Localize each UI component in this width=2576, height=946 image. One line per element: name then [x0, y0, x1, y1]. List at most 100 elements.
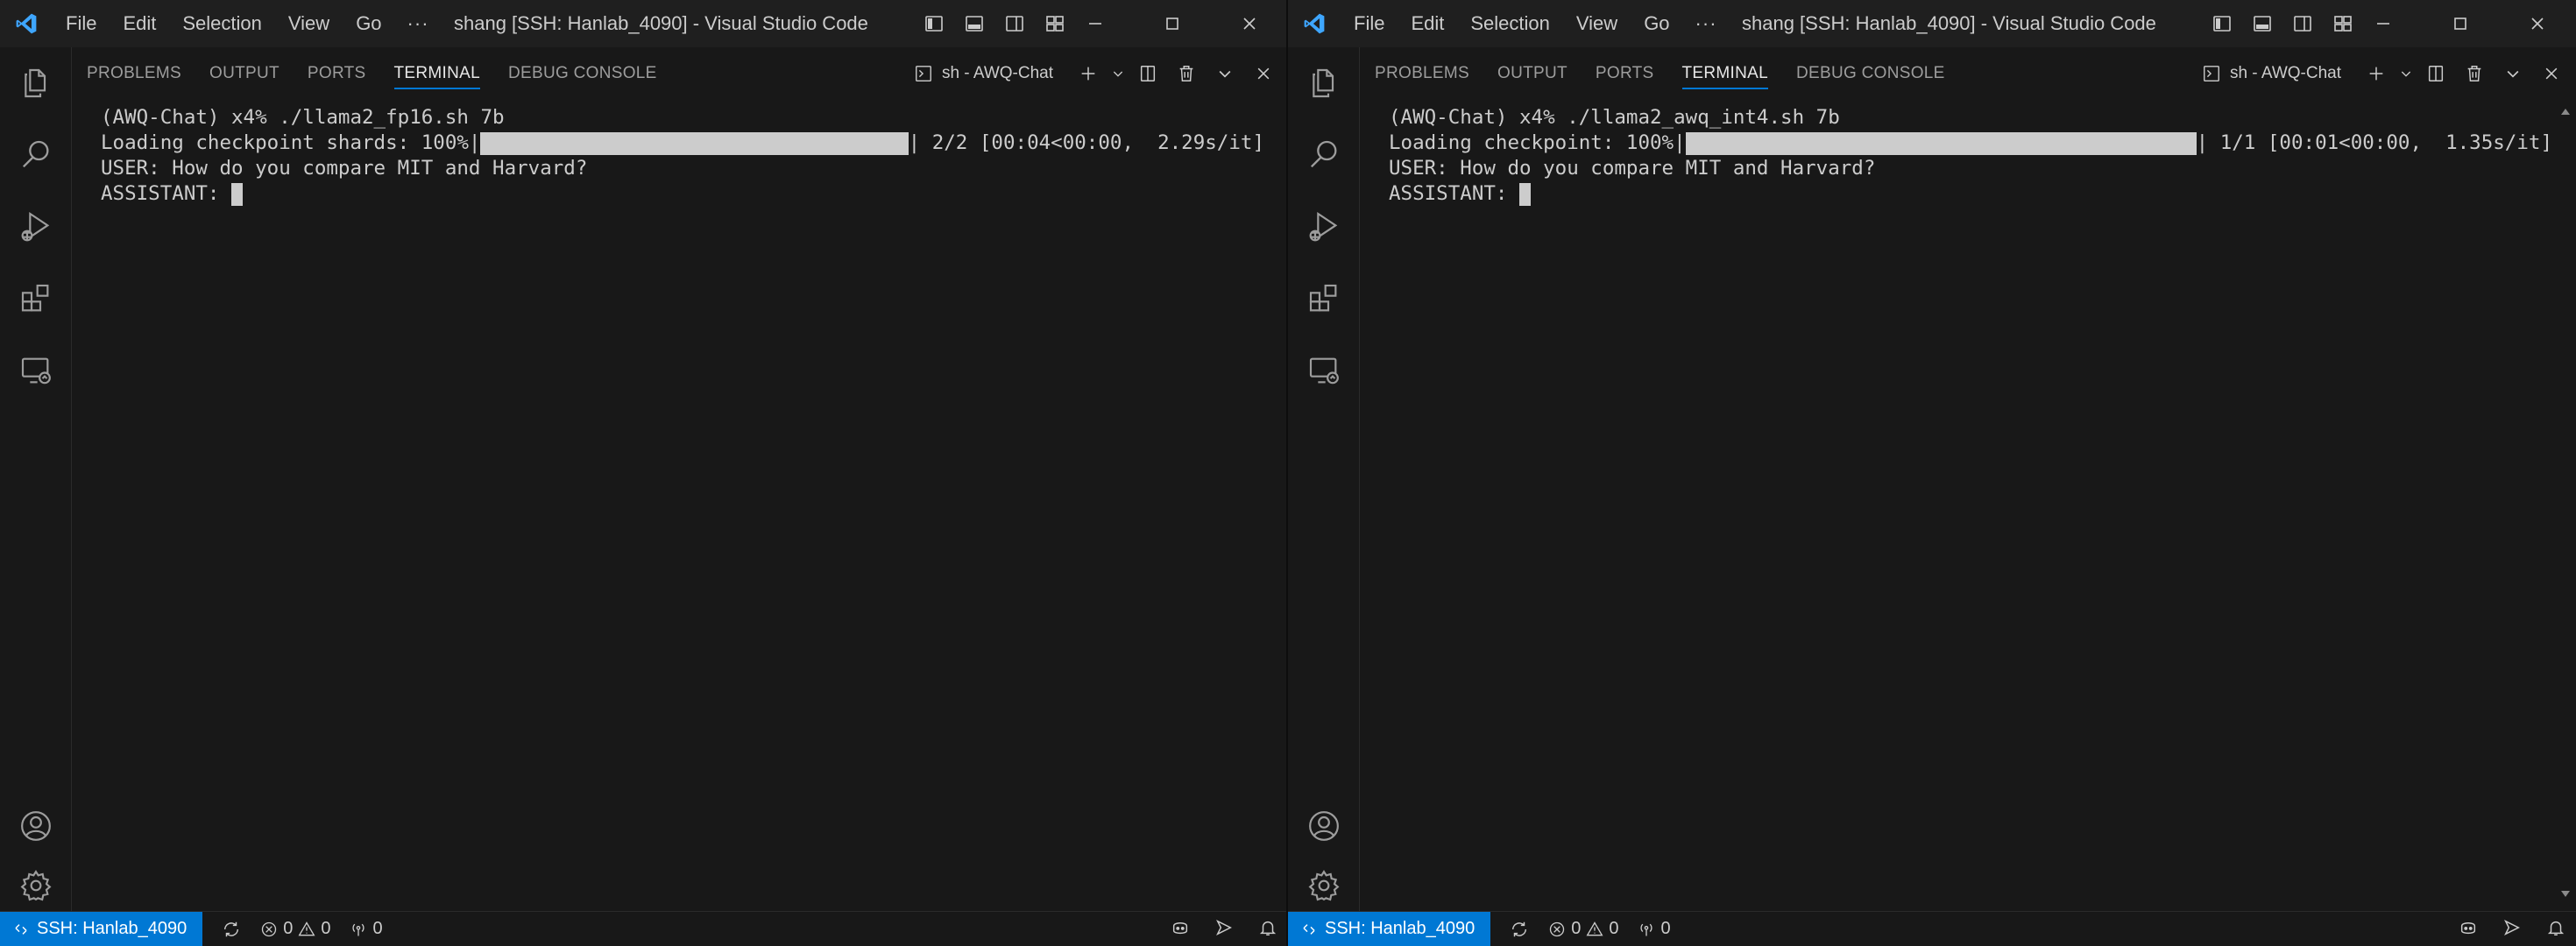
- toggle-primary-sidebar-icon[interactable]: [2210, 11, 2234, 36]
- ports-status[interactable]: 0: [1638, 919, 1671, 939]
- broadcast-icon: [352, 923, 364, 935]
- maximize-icon[interactable]: [2422, 0, 2499, 47]
- tab-debug-console[interactable]: DEBUG CONSOLE: [1782, 47, 1959, 100]
- close-window-icon[interactable]: [2499, 0, 2576, 47]
- vscode-logo-icon: [0, 0, 53, 47]
- remote-label: SSH: Hanlab_4090: [1325, 919, 1476, 938]
- copilot-icon[interactable]: [2459, 918, 2478, 942]
- ports-count: 0: [1660, 919, 1671, 938]
- minimize-icon[interactable]: [2345, 0, 2422, 47]
- menu-view[interactable]: View: [275, 0, 343, 47]
- split-terminal-icon[interactable]: [1129, 54, 1167, 93]
- extensions-icon[interactable]: [0, 263, 72, 335]
- tab-output[interactable]: OUTPUT: [195, 47, 294, 100]
- menu-go[interactable]: Go: [343, 0, 394, 47]
- menu-edit[interactable]: Edit: [110, 0, 169, 47]
- run-debug-icon[interactable]: [0, 191, 72, 263]
- search-icon[interactable]: [1288, 119, 1360, 191]
- problems-status[interactable]: 0 0: [1548, 919, 1618, 939]
- close-panel-icon[interactable]: [2532, 54, 2571, 93]
- menu-more[interactable]: ···: [395, 0, 442, 47]
- sync-icon[interactable]: [222, 920, 241, 939]
- feedback-icon[interactable]: [1214, 918, 1234, 942]
- menu-view[interactable]: View: [1563, 0, 1631, 47]
- menu-file[interactable]: File: [53, 0, 110, 47]
- tab-ports[interactable]: PORTS: [1582, 47, 1668, 100]
- terminal-assistant-line: ASSISTANT:: [101, 181, 1264, 207]
- run-debug-icon[interactable]: [1288, 191, 1360, 263]
- close-window-icon[interactable]: [1211, 0, 1288, 47]
- menu-file[interactable]: File: [1341, 0, 1398, 47]
- problems-status[interactable]: 0 0: [260, 919, 330, 939]
- scroll-up-arrow-icon[interactable]: [2560, 107, 2571, 116]
- toggle-primary-sidebar-icon[interactable]: [922, 11, 946, 36]
- error-icon: [1550, 921, 1565, 936]
- terminal-output[interactable]: (AWQ-Chat) x4% ./llama2_fp16.sh 7b Loadi…: [73, 105, 1264, 893]
- notifications-bell-icon[interactable]: [1258, 918, 1277, 942]
- terminal-command-line: (AWQ-Chat) x4% ./llama2_fp16.sh 7b: [101, 106, 505, 129]
- explorer-icon[interactable]: [0, 47, 72, 119]
- split-terminal-icon[interactable]: [2417, 54, 2455, 93]
- tab-ports[interactable]: PORTS: [294, 47, 380, 100]
- kill-terminal-icon[interactable]: [1167, 54, 1206, 93]
- new-terminal-icon[interactable]: [2357, 54, 2396, 93]
- tab-problems[interactable]: PROBLEMS: [1361, 47, 1483, 100]
- toggle-panel-icon[interactable]: [962, 11, 987, 36]
- search-icon[interactable]: [0, 119, 72, 191]
- scroll-down-arrow-icon[interactable]: [2560, 890, 2571, 899]
- menu-selection[interactable]: Selection: [1457, 0, 1563, 47]
- remote-explorer-icon[interactable]: [0, 335, 72, 406]
- sync-icon[interactable]: [1510, 920, 1529, 939]
- terminal-progress-line: Loading checkpoint: 100%| | 1/1 [00:01<00…: [1389, 131, 2552, 156]
- window-title: shang [SSH: Hanlab_4090] - Visual Studio…: [1742, 12, 2156, 34]
- copilot-icon[interactable]: [1171, 918, 1190, 942]
- window-title: shang [SSH: Hanlab_4090] - Visual Studio…: [454, 12, 868, 34]
- feedback-icon[interactable]: [2502, 918, 2522, 942]
- progress-suffix: | 1/1 [00:01<00:00, 1.35s/it]: [2196, 131, 2552, 154]
- explorer-icon[interactable]: [1288, 47, 1360, 119]
- broadcast-icon: [1640, 923, 1652, 935]
- terminal-assistant-line: ASSISTANT:: [1389, 181, 2552, 207]
- maximize-icon[interactable]: [1134, 0, 1211, 47]
- extensions-icon[interactable]: [1288, 263, 1360, 335]
- status-bar: SSH: Hanlab_4090 0 0 0: [1288, 911, 2576, 946]
- tab-terminal[interactable]: TERMINAL: [1668, 47, 1782, 100]
- terminal-selector[interactable]: sh - AWQ-Chat: [2202, 64, 2341, 83]
- minimize-icon[interactable]: [1057, 0, 1134, 47]
- toggle-secondary-sidebar-icon[interactable]: [2290, 11, 2315, 36]
- terminal-user-line: USER: How do you compare MIT and Harvard…: [1389, 157, 1876, 180]
- toggle-panel-icon[interactable]: [2250, 11, 2275, 36]
- panel-actions: sh - AWQ-Chat: [2202, 47, 2576, 100]
- notifications-bell-icon[interactable]: [2546, 918, 2565, 942]
- terminal-name: sh - AWQ-Chat: [2229, 64, 2341, 82]
- terminal-dropdown-chevron-icon[interactable]: [1108, 54, 1129, 93]
- toggle-secondary-sidebar-icon[interactable]: [1002, 11, 1027, 36]
- terminal-cursor: [1519, 182, 1532, 206]
- tab-debug-console[interactable]: DEBUG CONSOLE: [494, 47, 671, 100]
- terminal-selector[interactable]: sh - AWQ-Chat: [914, 64, 1053, 83]
- tab-terminal[interactable]: TERMINAL: [380, 47, 494, 100]
- activity-bar: [0, 47, 72, 911]
- terminal-output[interactable]: (AWQ-Chat) x4% ./llama2_awq_int4.sh 7b L…: [1361, 105, 2552, 893]
- progress-suffix: | 2/2 [00:04<00:00, 2.29s/it]: [908, 131, 1264, 154]
- menu-more[interactable]: ···: [1683, 0, 1730, 47]
- ports-status[interactable]: 0: [350, 919, 383, 939]
- menu-bar: File Edit Selection View Go ···: [1341, 0, 1730, 47]
- remote-indicator[interactable]: SSH: Hanlab_4090: [1288, 911, 1491, 946]
- maximize-panel-chevron-icon[interactable]: [1206, 54, 1244, 93]
- bottom-panel: PROBLEMS OUTPUT PORTS TERMINAL DEBUG CON…: [1361, 47, 2576, 911]
- tab-problems[interactable]: PROBLEMS: [73, 47, 195, 100]
- menu-go[interactable]: Go: [1631, 0, 1682, 47]
- vscode-logo-icon: [1288, 0, 1341, 47]
- maximize-panel-chevron-icon[interactable]: [2494, 54, 2532, 93]
- remote-explorer-icon[interactable]: [1288, 335, 1360, 406]
- remote-indicator[interactable]: SSH: Hanlab_4090: [0, 911, 203, 946]
- menu-selection[interactable]: Selection: [169, 0, 275, 47]
- new-terminal-icon[interactable]: [1069, 54, 1108, 93]
- close-panel-icon[interactable]: [1244, 54, 1283, 93]
- kill-terminal-icon[interactable]: [2455, 54, 2494, 93]
- terminal-dropdown-chevron-icon[interactable]: [2396, 54, 2417, 93]
- tab-output[interactable]: OUTPUT: [1483, 47, 1582, 100]
- terminal-cursor: [231, 182, 244, 206]
- menu-edit[interactable]: Edit: [1398, 0, 1457, 47]
